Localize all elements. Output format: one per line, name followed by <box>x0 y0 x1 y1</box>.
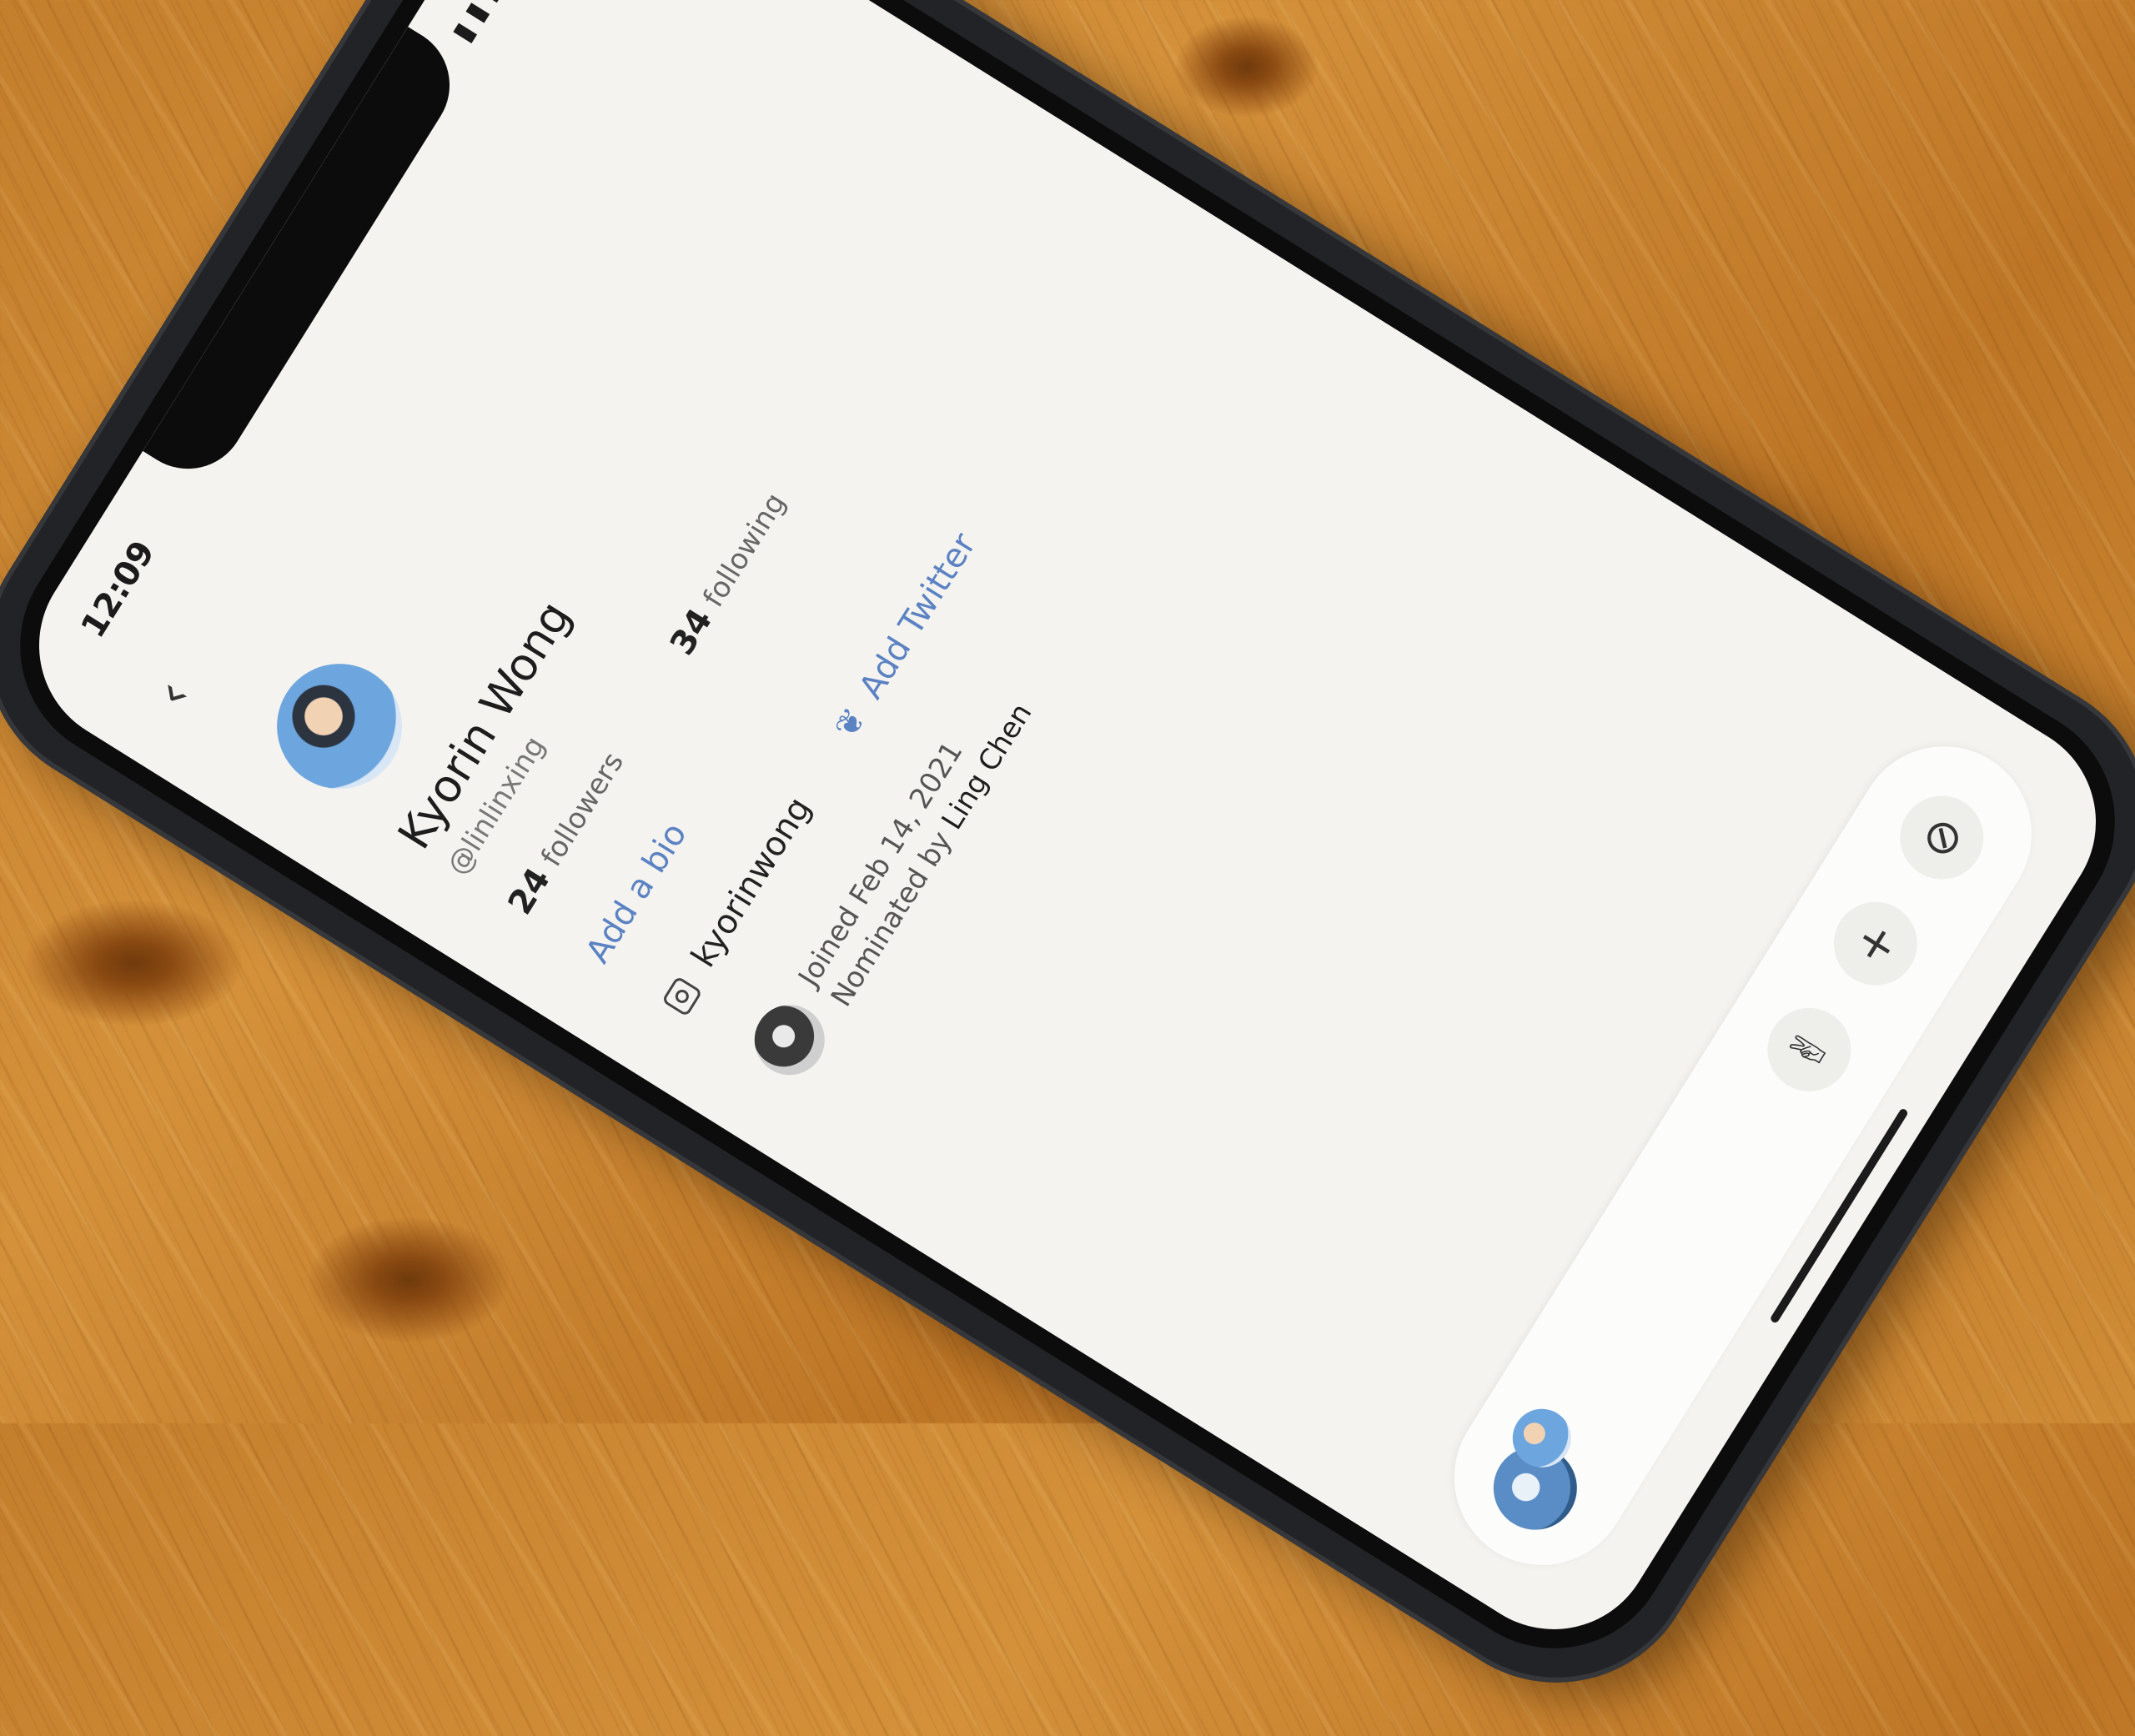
plus-icon[interactable]: + <box>1817 886 1933 1001</box>
wood-knot <box>1176 17 1318 117</box>
instagram-icon <box>661 976 703 1017</box>
phone-screen: 12:09 ▮▮▮ ◠ ▭ ‹ Kyorin Wong @linlinxing <box>1 0 2134 1668</box>
bottom-room-bar: ✌ + ⊘ <box>1421 713 2065 1598</box>
nominator-avatar[interactable] <box>741 991 838 1089</box>
wood-knot <box>309 1217 509 1342</box>
add-bio-link[interactable]: Add a bio <box>579 816 695 970</box>
phone-bezel: 12:09 ▮▮▮ ◠ ▭ ‹ Kyorin Wong @linlinxing <box>0 0 2135 1693</box>
status-time: 12:09 <box>73 534 163 645</box>
following-count: 34 <box>662 602 721 662</box>
mute-icon[interactable]: ⊘ <box>1884 780 2000 896</box>
notch <box>143 27 472 491</box>
status-icons: ▮▮▮ ◠ ▭ <box>445 0 566 48</box>
profile-avatar[interactable] <box>253 640 426 813</box>
following-stat[interactable]: 34 following <box>662 485 793 662</box>
twitter-icon: ❦ <box>826 701 875 745</box>
instagram-link[interactable]: kyorinwong <box>656 781 824 1018</box>
phone-case: 12:09 ▮▮▮ ◠ ▭ ‹ Kyorin Wong @linlinxing <box>0 0 2135 1736</box>
add-twitter-label: Add Twitter <box>851 526 984 706</box>
followers-label: followers <box>535 746 630 873</box>
following-label: following <box>696 487 793 614</box>
wood-knot <box>25 901 242 1026</box>
back-button[interactable]: ‹ <box>143 670 203 718</box>
room-avatars[interactable] <box>1464 1387 1629 1554</box>
followers-count: 24 <box>500 861 559 921</box>
instagram-handle: kyorinwong <box>684 790 819 975</box>
wave-hand-icon[interactable]: ✌ <box>1751 991 1867 1107</box>
